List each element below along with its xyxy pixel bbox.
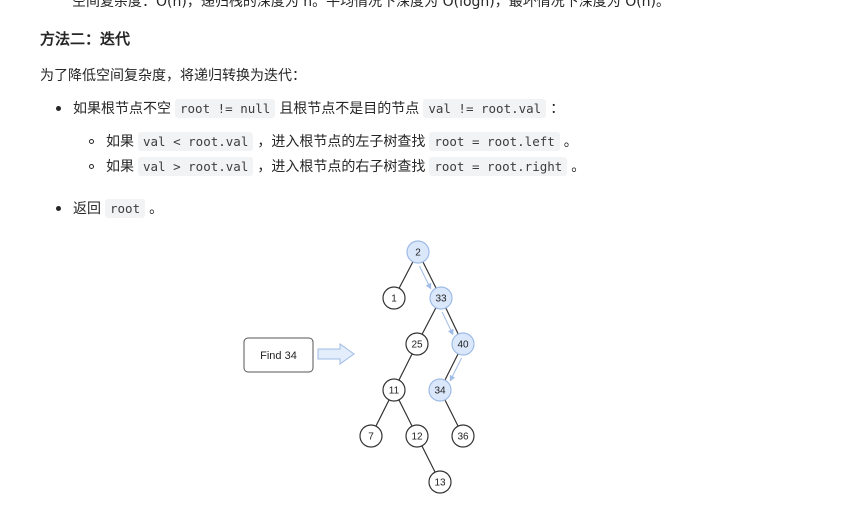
list-item-middle: 且根节点不是目的节点 [279, 101, 420, 117]
bullet-icon [56, 105, 61, 111]
find-callout: Find 34 [243, 337, 355, 373]
find-label: Find 34 [260, 350, 297, 362]
list-item-prefix: 如果根节点不空 [73, 101, 171, 117]
tree-nodes: 2 1 33 25 40 11 34 7 12 36 13 [359, 240, 475, 494]
inline-code: root = root.right [429, 156, 568, 176]
circle-bullet-icon [89, 163, 94, 169]
list-item: 返回 root 。 [56, 198, 163, 218]
tree-node-label: 13 [434, 478, 446, 489]
tree-node-11 [382, 378, 406, 402]
search-path-arrow [441, 311, 454, 336]
search-path-arrows [418, 265, 463, 382]
sub-list-item: 如果 val < root.val ，进入根节点的左子树查找 root = ro… [89, 131, 578, 151]
tree-edge [422, 261, 437, 289]
tree-node-7 [359, 424, 383, 448]
sub-item-prefix: 如果 [106, 134, 134, 150]
inline-code: val != root.val [423, 98, 547, 118]
inline-code: root [105, 198, 146, 218]
tree-node-label: 7 [368, 432, 374, 443]
tree-node-2 [406, 240, 430, 264]
tree-node-label: 34 [434, 386, 446, 397]
tree-edge [445, 307, 459, 335]
tree-edges [375, 261, 459, 473]
inline-code: val < root.val [138, 131, 254, 151]
tree-node-34 [428, 378, 452, 402]
top-partial-line: 空间复杂度：O(n)，递归栈的深度为 n。平均情况下深度为 O(logn)，最坏… [72, 0, 671, 10]
tree-edge [444, 399, 459, 427]
sub-item-middle: ，进入根节点的右子树查找 [257, 159, 426, 175]
tree-node-label: 33 [435, 294, 447, 305]
list-item-suffix: 。 [149, 201, 164, 217]
tree-node-label: 40 [457, 340, 469, 351]
tree-node-12 [405, 424, 429, 448]
bullet-icon [56, 205, 61, 211]
tree-node-36 [451, 424, 475, 448]
search-path-arrow [449, 357, 463, 382]
tree-edge [398, 353, 413, 381]
inline-code: root = root.left [429, 131, 560, 151]
sub-item-prefix: 如果 [106, 159, 134, 175]
inline-code: root != null [175, 98, 276, 118]
inline-code: val > root.val [138, 156, 254, 176]
intro-paragraph: 为了降低空间复杂度，将递归转换为迭代： [40, 68, 306, 84]
tree-edge [421, 445, 436, 473]
list-item-prefix: 返回 [73, 201, 101, 217]
pointer-arrow-icon [317, 343, 355, 365]
tree-edge [375, 399, 390, 427]
list-item: 如果根节点不空 root != null 且根节点不是目的节点 val != r… [56, 98, 564, 118]
tree-node-40 [451, 332, 475, 356]
tree-node-label: 36 [457, 432, 469, 443]
tree-node-label: 12 [411, 432, 423, 443]
section-title: 方法二：迭代 [40, 30, 131, 48]
tree-edge [398, 261, 414, 289]
circle-bullet-icon [89, 138, 94, 144]
tree-node-label: 25 [411, 340, 423, 351]
sub-list-item: 如果 val > root.val ，进入根节点的右子树查找 root = ro… [89, 156, 585, 176]
tree-node-label: 11 [389, 386, 400, 397]
tree-node-label: 2 [415, 248, 421, 259]
tree-edge [421, 307, 437, 335]
tree-edge [398, 399, 413, 427]
tree-node-13 [428, 470, 452, 494]
tree-node-1 [382, 286, 406, 310]
search-path-arrow [418, 265, 432, 290]
tree-node-label: 1 [391, 294, 397, 305]
find-box [243, 337, 314, 373]
sub-item-suffix: 。 [563, 134, 578, 150]
tree-node-33 [429, 286, 453, 310]
tree-node-25 [405, 332, 429, 356]
sub-item-suffix: 。 [571, 159, 586, 175]
tree-edge [444, 353, 459, 381]
list-item-suffix: ： [550, 101, 565, 117]
sub-item-middle: ，进入根节点的左子树查找 [257, 134, 426, 150]
